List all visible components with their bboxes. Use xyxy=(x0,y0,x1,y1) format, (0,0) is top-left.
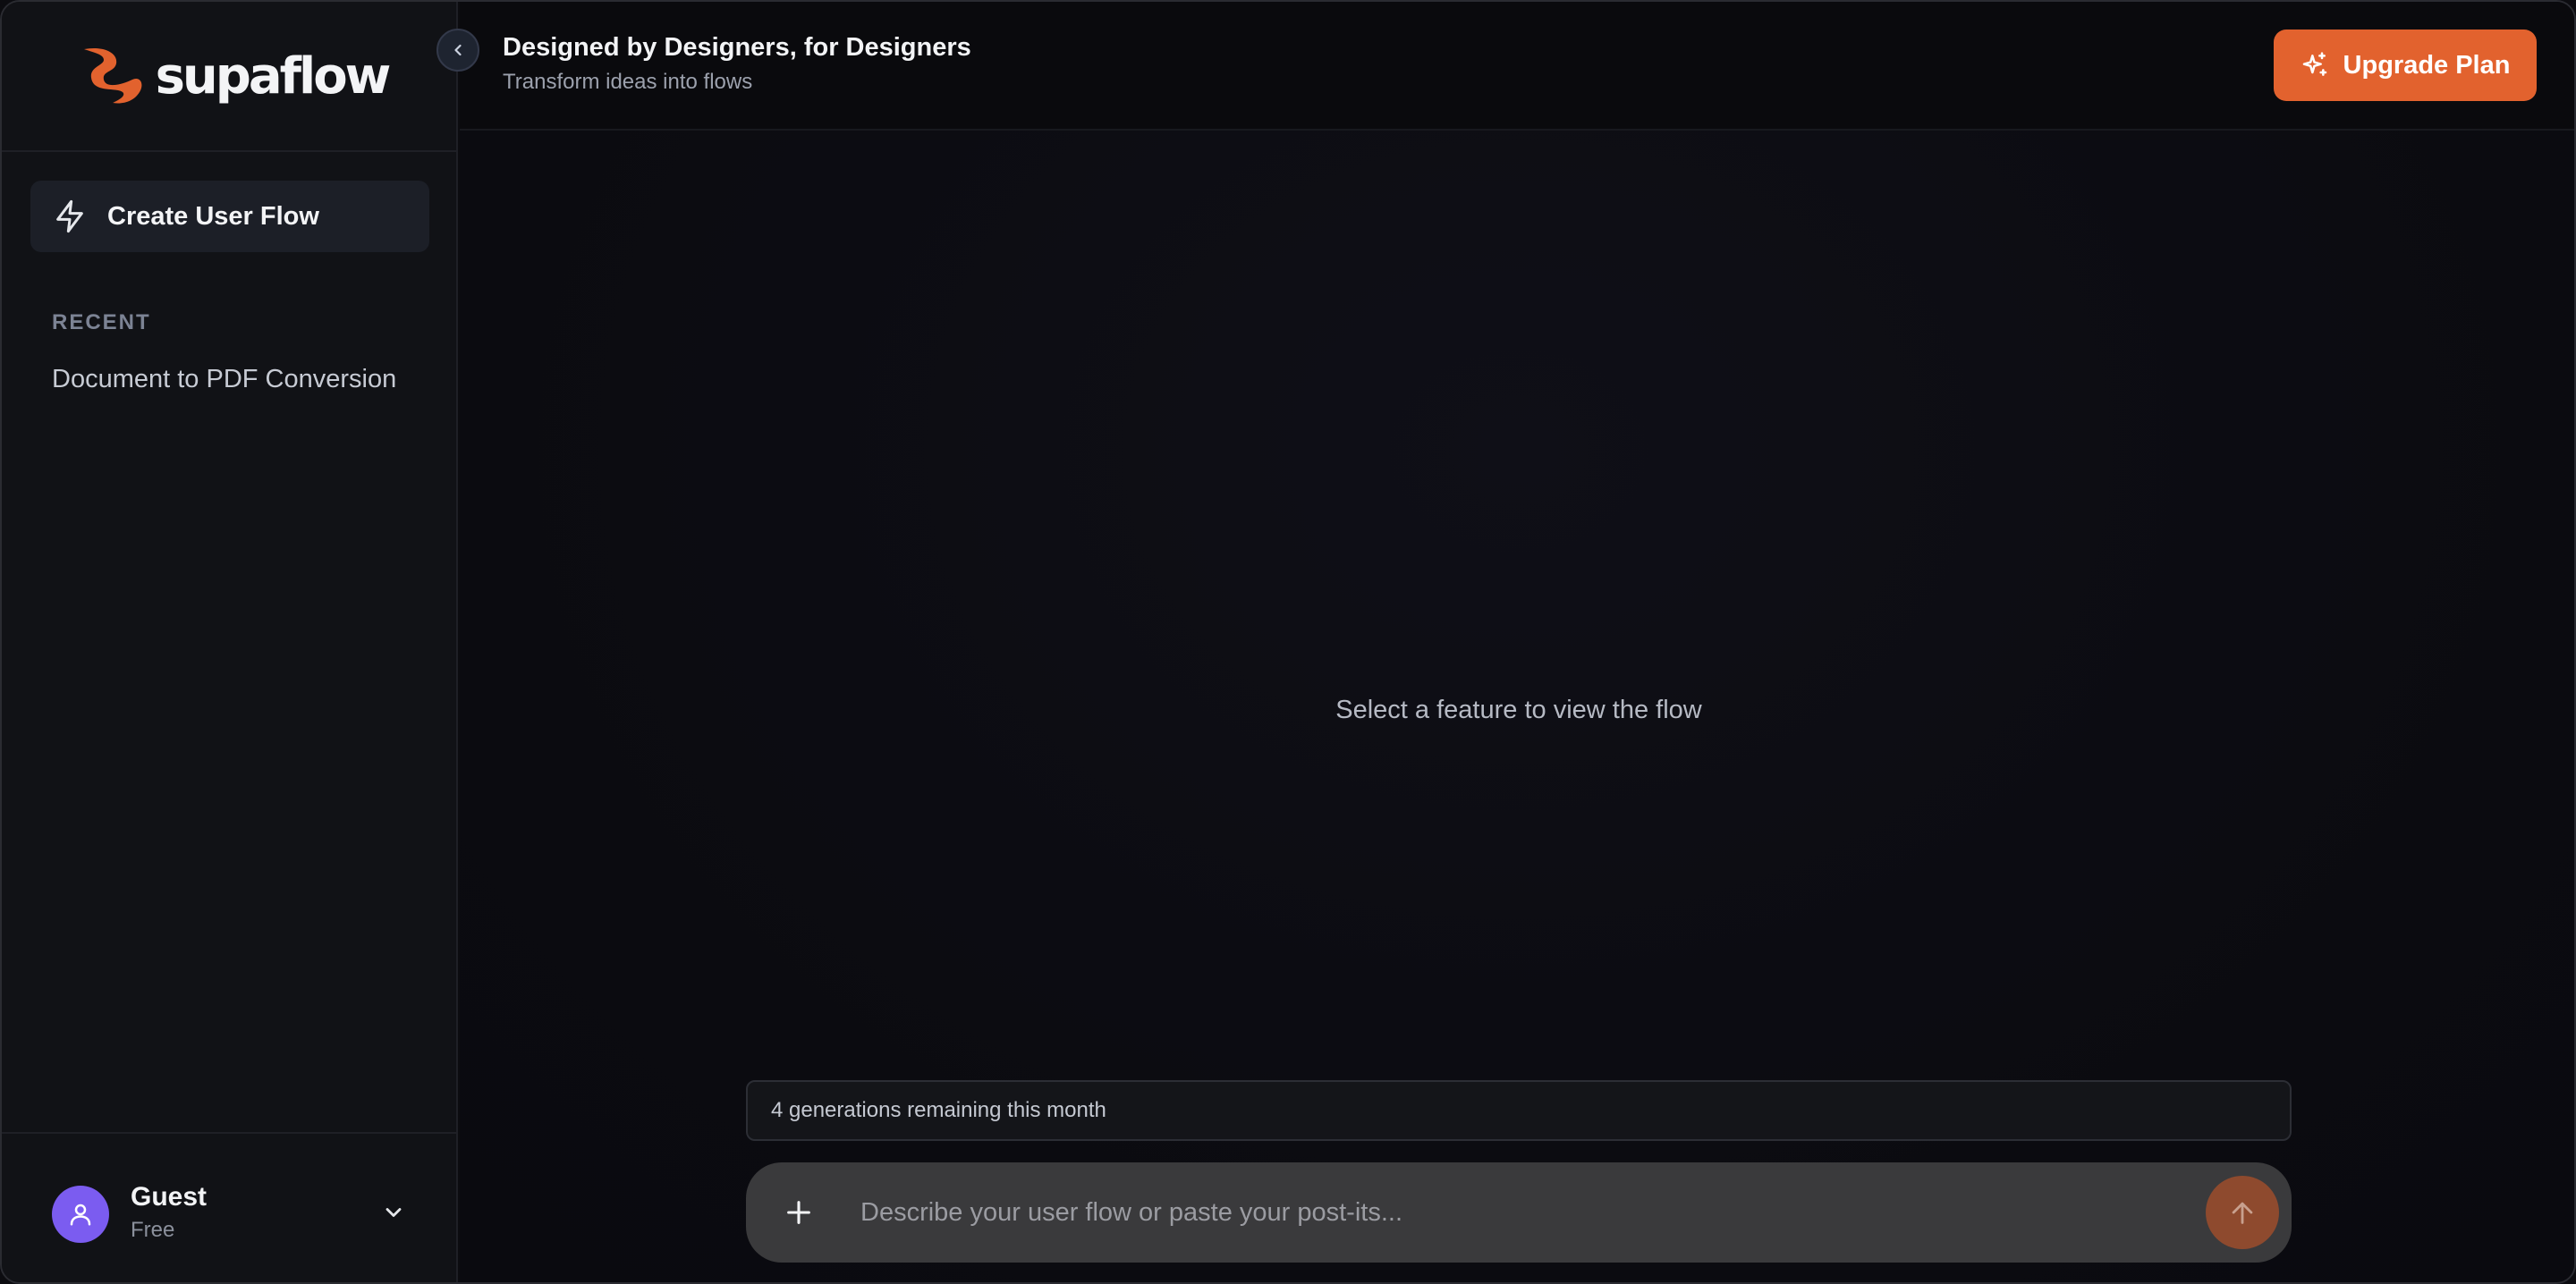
prompt-input[interactable] xyxy=(859,1186,2206,1239)
brand-name: supaflow xyxy=(155,47,392,106)
avatar xyxy=(52,1186,109,1243)
lightning-icon xyxy=(52,199,88,234)
generations-remaining-text: 4 generations remaining this month xyxy=(771,1098,1106,1122)
upgrade-plan-button[interactable]: Upgrade Plan xyxy=(2274,30,2537,101)
user-icon xyxy=(70,1204,91,1226)
user-menu[interactable]: Guest Free xyxy=(2,1132,456,1282)
main-area: Designed by Designers, for Designers Tra… xyxy=(460,2,2574,1282)
create-user-flow-button[interactable]: Create User Flow xyxy=(30,181,429,252)
plus-icon xyxy=(787,1201,810,1224)
create-user-flow-label: Create User Flow xyxy=(107,201,319,231)
sidebar: supaflow Create User Flow RECENT Documen… xyxy=(2,2,458,1282)
app-window: supaflow Create User Flow RECENT Documen… xyxy=(0,0,2576,1284)
supaflow-logo-icon xyxy=(83,47,142,104)
sidebar-header: supaflow xyxy=(2,2,456,152)
recent-item[interactable]: Document to PDF Conversion xyxy=(52,365,396,394)
recent-heading: RECENT xyxy=(52,310,151,334)
user-name: Guest xyxy=(131,1182,208,1212)
sparkles-icon xyxy=(2302,52,2326,76)
page-title: Designed by Designers, for Designers xyxy=(503,33,971,62)
add-attachment-button[interactable] xyxy=(776,1190,821,1235)
logo[interactable]: supaflow xyxy=(77,44,392,106)
page-subtitle: Transform ideas into flows xyxy=(503,70,753,94)
send-button[interactable] xyxy=(2206,1176,2279,1249)
empty-state-message: Select a feature to view the flow xyxy=(1335,696,1702,724)
chevron-down-icon[interactable] xyxy=(381,1200,406,1225)
chevron-left-icon xyxy=(454,44,462,56)
collapse-sidebar-button[interactable] xyxy=(436,29,479,72)
user-plan: Free xyxy=(131,1218,175,1242)
arrow-up-icon xyxy=(2232,1202,2253,1224)
top-header: Designed by Designers, for Designers Tra… xyxy=(460,2,2574,131)
prompt-composer xyxy=(746,1162,2292,1263)
upgrade-plan-label: Upgrade Plan xyxy=(2343,50,2511,80)
generations-remaining-notice: 4 generations remaining this month xyxy=(746,1080,2292,1141)
